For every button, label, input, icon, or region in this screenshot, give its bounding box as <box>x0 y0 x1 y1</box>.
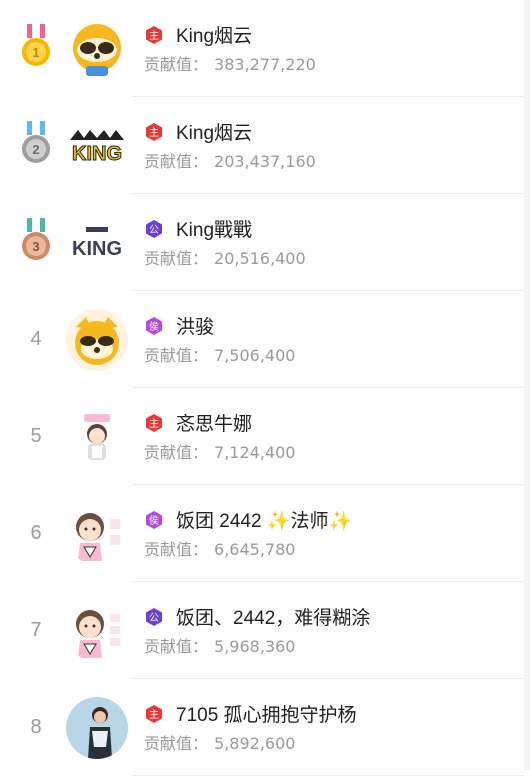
contribution-value: 贡献值： 7,506,400 <box>144 346 296 365</box>
contribution-value: 贡献值： 203,437,160 <box>144 152 316 171</box>
list-item[interactable]: 1 主 King烟云 贡献值： 383,277,220 <box>0 0 524 97</box>
role-badge-icon: 公 <box>146 220 162 238</box>
user-name: 7105 孤心拥抱守护杨 <box>176 705 357 726</box>
scrollbar-track[interactable] <box>524 0 530 770</box>
svg-text:KING: KING <box>72 238 122 260</box>
king-logo-icon: KING <box>68 227 126 260</box>
contribution-value: 贡献值： 7,124,400 <box>144 443 296 462</box>
contribution-value: 贡献值： 6,645,780 <box>144 540 296 559</box>
avatar[interactable] <box>66 18 128 80</box>
rank-number: 5 <box>30 425 42 447</box>
avatar[interactable] <box>66 503 128 565</box>
rank-number: 7 <box>30 619 42 641</box>
user-name: 忞思牛娜 <box>176 414 253 435</box>
contribution-value: 贡献值： 5,968,360 <box>144 637 296 656</box>
role-badge-icon: 公 <box>146 608 162 626</box>
svg-text:主: 主 <box>149 709 159 721</box>
cartoon-girl-avatar-icon <box>76 513 120 561</box>
role-badge-icon: 主 <box>146 414 162 432</box>
role-badge-icon: 主 <box>146 123 162 141</box>
avatar[interactable] <box>66 600 128 662</box>
user-name: King烟云 <box>176 123 253 144</box>
list-item[interactable]: 7 公 饭团、2442，难得糊涂 贡献值： 5,968,360 <box>0 582 524 679</box>
raccoon-avatar-icon <box>73 24 121 76</box>
rank-number: 8 <box>30 716 42 738</box>
svg-text:主: 主 <box>149 127 159 139</box>
user-name: King戰戰 <box>176 220 253 241</box>
role-badge-icon: 主 <box>146 26 162 44</box>
raccoon-avatar-icon <box>75 317 119 365</box>
contribution-ranking-list: 1 主 King烟云 贡献值： 383,277,220 2 KING 主 Kin… <box>0 0 524 776</box>
role-badge-icon: 主 <box>146 705 162 723</box>
svg-text:侯: 侯 <box>149 514 159 527</box>
svg-text:主: 主 <box>149 418 159 430</box>
user-name: 饭团、2442，难得糊涂 <box>176 608 371 629</box>
user-name: King烟云 <box>176 26 253 47</box>
silver-medal-icon: 2 <box>22 121 50 163</box>
svg-text:侯: 侯 <box>149 320 159 333</box>
photo-avatar-icon <box>66 697 128 759</box>
list-item[interactable]: 6 侯 饭团 2442 ✨法师✨ 贡献值： 6,645,780 <box>0 485 524 582</box>
svg-text:KING: KING <box>72 143 122 165</box>
avatar[interactable] <box>66 406 128 468</box>
svg-text:公: 公 <box>149 613 159 624</box>
cartoon-girl-avatar-icon <box>76 610 120 658</box>
role-badge-icon: 侯 <box>146 317 162 335</box>
svg-text:2: 2 <box>32 142 39 157</box>
list-item[interactable]: 8 主 7105 孤心拥抱守护杨 贡献值： 5,892,600 <box>0 679 524 776</box>
gold-medal-icon: 1 <box>22 24 50 66</box>
role-badge-icon: 侯 <box>146 511 162 529</box>
rank-number: 6 <box>30 522 42 544</box>
avatar[interactable]: KING <box>66 212 128 274</box>
list-item[interactable]: 5 主 忞思牛娜 贡献值： 7,124,400 <box>0 388 524 485</box>
user-name: 洪骏 <box>176 317 215 338</box>
user-name: 饭团 2442 ✨法师✨ <box>176 511 353 532</box>
cartoon-girl-avatar-icon <box>84 414 110 460</box>
avatar[interactable]: KING <box>66 115 128 177</box>
svg-text:公: 公 <box>149 225 159 236</box>
avatar[interactable] <box>66 697 128 759</box>
svg-text:1: 1 <box>32 45 39 60</box>
contribution-value: 贡献值： 383,277,220 <box>144 55 316 74</box>
list-item[interactable]: 3 KING 公 King戰戰 贡献值： 20,516,400 <box>0 194 524 291</box>
bronze-medal-icon: 3 <box>22 218 50 260</box>
svg-text:主: 主 <box>149 30 159 42</box>
list-item[interactable]: 2 KING 主 King烟云 贡献值： 203,437,160 <box>0 97 524 194</box>
list-item[interactable]: 4 侯 洪骏 贡献值： 7,506,400 <box>0 291 524 388</box>
contribution-value: 贡献值： 5,892,600 <box>144 734 296 753</box>
contribution-value: 贡献值： 20,516,400 <box>144 249 306 268</box>
king-logo-icon: KING <box>70 130 124 166</box>
avatar[interactable] <box>66 309 128 371</box>
svg-text:3: 3 <box>32 239 39 254</box>
rank-number: 4 <box>30 328 42 350</box>
